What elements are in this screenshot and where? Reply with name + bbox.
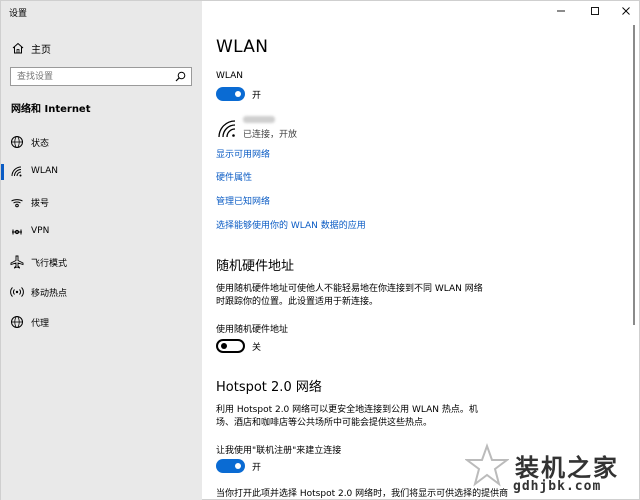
random-hw-description: 使用随机硬件地址可使他人不能轻易地在你连接到不同 WLAN 网络时跟踪你的位置。… xyxy=(216,284,483,307)
wifi-icon xyxy=(11,166,22,177)
wlan-toggle[interactable] xyxy=(216,87,245,101)
sidebar-item-label: WLAN xyxy=(31,166,59,176)
link-apps-wlan-data[interactable]: 选择能够使用你的 WLAN 数据的应用 xyxy=(216,218,366,231)
sidebar-item-label: VPN xyxy=(31,226,50,236)
hotspot-toggle-state: 开 xyxy=(252,463,262,473)
home-icon xyxy=(12,42,24,54)
window-title: 设置 xyxy=(9,9,28,19)
sidebar-item-dialup[interactable]: 拨号 xyxy=(1,190,202,214)
sidebar-item-label: 拨号 xyxy=(31,199,50,209)
link-manage-known-networks[interactable]: 管理已知网络 xyxy=(216,194,270,207)
sidebar-item-label: 移动热点 xyxy=(31,289,68,299)
sidebar-item-label: 代理 xyxy=(31,319,50,329)
vpn-icon xyxy=(12,229,22,235)
active-indicator xyxy=(1,164,4,180)
hotspot-icon xyxy=(10,287,24,297)
settings-window: 设置 主页 网络和 Internet 状态 xyxy=(0,0,640,500)
sidebar-item-label: 状态 xyxy=(31,139,50,149)
sidebar-item-hotspot[interactable]: 移动热点 xyxy=(1,280,202,304)
page-title: WLAN xyxy=(216,37,269,57)
dialup-icon xyxy=(11,199,23,208)
sidebar-item-proxy[interactable]: 代理 xyxy=(1,310,202,334)
hotspot-description: 利用 Hotspot 2.0 网络可以更安全地连接到公用 WLAN 热点。机场、… xyxy=(216,405,478,428)
search-box[interactable] xyxy=(10,67,192,86)
hotspot-toggle[interactable] xyxy=(216,459,245,473)
network-name-blurred xyxy=(243,116,275,123)
sidebar-item-home[interactable]: 主页 xyxy=(1,38,202,58)
globe-icon xyxy=(11,316,23,328)
sidebar-item-status[interactable]: 状态 xyxy=(1,130,202,154)
watermark-title: 装机之家 xyxy=(515,453,619,482)
hotspot-heading: Hotspot 2.0 网络 xyxy=(216,380,322,395)
sidebar: 设置 主页 网络和 Internet 状态 xyxy=(1,1,202,500)
random-hw-toggle-label: 使用随机硬件地址 xyxy=(216,325,289,335)
network-status: 已连接，开放 xyxy=(243,130,298,140)
search-input[interactable] xyxy=(11,68,171,85)
sidebar-item-vpn[interactable]: VPN xyxy=(1,220,202,244)
airplane-icon xyxy=(10,255,24,269)
wlan-toggle-state: 开 xyxy=(252,91,262,101)
random-hw-toggle[interactable] xyxy=(216,339,245,353)
hotspot-toggle-label: 让我使用"联机注册"来建立连接 xyxy=(216,446,342,456)
watermark-url: gdhjbk.com xyxy=(513,479,602,494)
sidebar-item-airplane[interactable]: 飞行模式 xyxy=(1,250,202,274)
globe-icon xyxy=(11,136,23,148)
link-hardware-properties[interactable]: 硬件属性 xyxy=(216,170,252,183)
random-hw-toggle-state: 关 xyxy=(252,343,262,353)
main-content: WLAN WLAN 开 已连接，开放 显示可用网络 硬件属性 管理已知网络 选择… xyxy=(202,1,629,500)
scrollbar[interactable] xyxy=(631,25,637,325)
random-hw-heading: 随机硬件地址 xyxy=(216,259,295,274)
sidebar-item-wlan[interactable]: WLAN xyxy=(1,160,202,184)
scrollbar-thumb[interactable] xyxy=(633,25,635,325)
wlan-label: WLAN xyxy=(216,71,244,81)
wifi-icon xyxy=(218,120,236,138)
sidebar-section-title: 网络和 Internet xyxy=(11,104,91,115)
sidebar-home-label: 主页 xyxy=(31,45,51,56)
link-show-available-networks[interactable]: 显示可用网络 xyxy=(216,147,270,160)
sidebar-item-label: 飞行模式 xyxy=(31,259,68,269)
star-icon xyxy=(465,443,509,487)
search-icon[interactable] xyxy=(175,71,186,82)
watermark: 装机之家 gdhjbk.com xyxy=(463,443,639,499)
